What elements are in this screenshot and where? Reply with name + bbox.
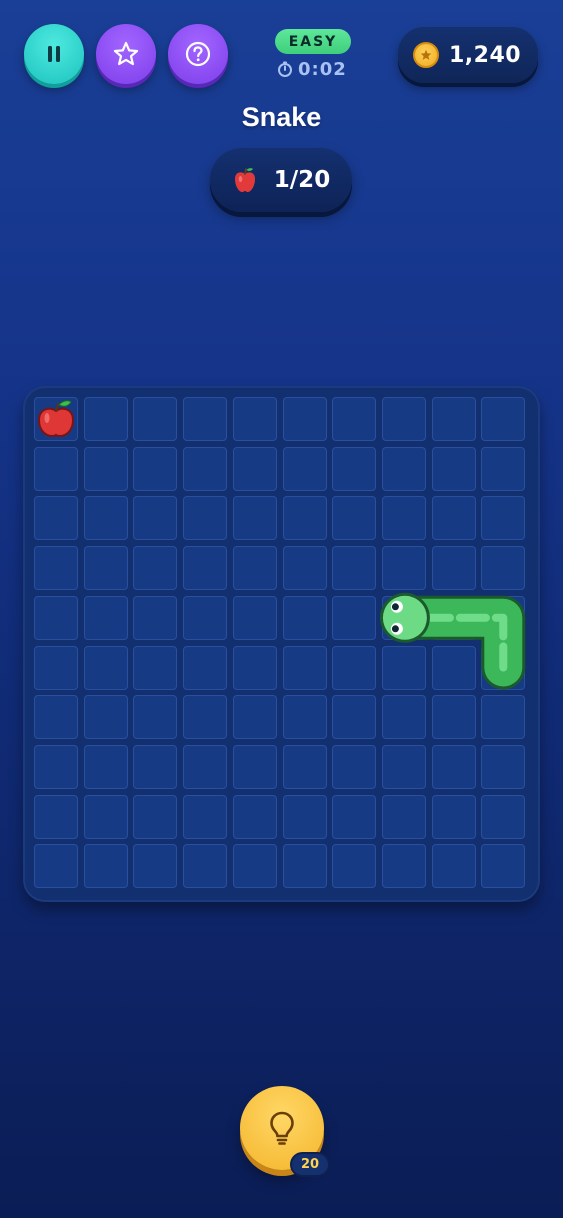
snake-eye-bottom: [390, 622, 403, 635]
apple-icon: [37, 400, 75, 438]
snake-eye-top: [390, 600, 403, 613]
page-title: Snake: [241, 102, 322, 132]
progress-count: 1/20: [273, 167, 331, 193]
game-board[interactable]: [23, 386, 540, 902]
difficulty-badge: EASY: [275, 29, 351, 54]
coin-counter: 1,240: [398, 27, 538, 83]
coin-value: 1,240: [449, 42, 522, 68]
timer-value: 0:02: [298, 58, 347, 80]
coin-icon: [413, 42, 439, 68]
help-button[interactable]: [168, 24, 228, 84]
question-icon: [185, 41, 211, 67]
stopwatch-icon: [278, 61, 292, 77]
star-icon: [113, 41, 139, 66]
pause-icon: [48, 46, 60, 62]
snake-head: [379, 592, 430, 643]
apple-progress: 1/20: [210, 148, 352, 212]
hint-count-badge: 20: [290, 1152, 330, 1177]
board-pieces: [37, 400, 526, 690]
lightbulb-icon: [270, 1111, 294, 1145]
timer: 0:02: [277, 58, 347, 80]
apple-icon: [234, 168, 255, 192]
favorite-button[interactable]: [96, 24, 156, 84]
pause-button[interactable]: [24, 24, 84, 84]
